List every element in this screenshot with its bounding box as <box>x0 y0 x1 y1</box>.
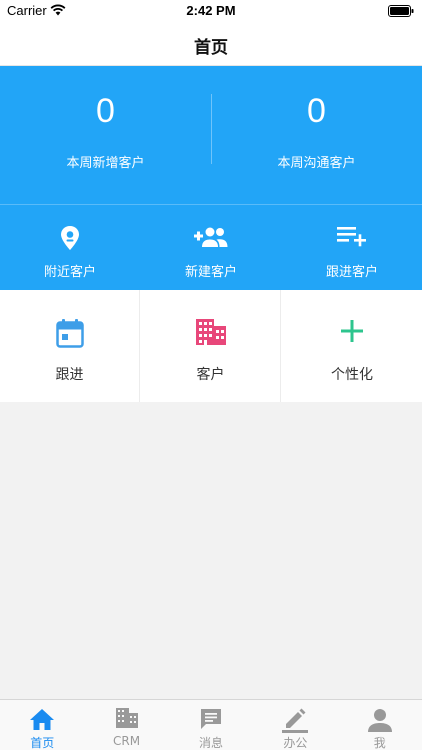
tab-label: 首页 <box>30 736 55 750</box>
pencil-icon <box>282 708 309 733</box>
shortcut-label: 客户 <box>196 367 225 383</box>
person-icon <box>367 709 392 732</box>
list-add-icon <box>337 227 366 247</box>
stat-label: 本周新增客户 <box>66 156 145 171</box>
stat-value: 0 <box>307 92 326 130</box>
tab-home[interactable]: 首页 <box>0 700 84 750</box>
tab-label: 消息 <box>198 736 223 750</box>
shortcut-follow-up[interactable]: 跟进 <box>0 290 140 402</box>
plus-icon <box>341 320 363 342</box>
quick-actions-panel: 附近客户 新建客户 跟进客户 <box>0 204 422 290</box>
shortcut-label: 跟进 <box>55 367 84 383</box>
home-icon <box>30 709 55 730</box>
stat-value: 0 <box>96 92 115 130</box>
stat-new-customers[interactable]: 0 本周新增客户 <box>0 66 211 204</box>
quick-action-label: 跟进客户 <box>325 265 378 280</box>
stats-panel: 0 本周新增客户 0 本周沟通客户 <box>0 66 422 204</box>
location-pin-icon <box>61 226 79 250</box>
tab-label: 办公 <box>283 736 308 750</box>
nav-bar: 首页 <box>0 22 422 66</box>
tab-label: CRM <box>113 734 141 748</box>
quick-action-new-customer[interactable]: 新建客户 <box>141 205 281 291</box>
tab-office[interactable]: 办公 <box>253 700 337 750</box>
shortcut-personalize[interactable]: 个性化 <box>282 290 422 402</box>
battery-icon <box>388 5 414 17</box>
calendar-icon <box>55 319 84 348</box>
building-icon <box>195 319 226 345</box>
quick-action-follow-customer[interactable]: 跟进客户 <box>282 205 422 291</box>
quick-action-label: 新建客户 <box>184 265 237 280</box>
tab-label: 我 <box>373 736 386 750</box>
tab-bar: 首页 CRM 消息 办公 我 <box>0 699 422 750</box>
message-icon <box>200 709 221 729</box>
shortcut-grid: 跟进 客户 个性化 <box>0 290 422 402</box>
crm-building-icon <box>115 708 138 728</box>
page-title: 首页 <box>194 38 228 58</box>
tab-crm[interactable]: CRM <box>84 700 168 750</box>
quick-action-label: 附近客户 <box>43 265 96 280</box>
stat-label: 本周沟通客户 <box>277 156 356 171</box>
tab-messages[interactable]: 消息 <box>169 700 253 750</box>
quick-action-nearby-customers[interactable]: 附近客户 <box>0 205 140 291</box>
shortcut-label: 个性化 <box>331 367 373 383</box>
stat-contacted-customers[interactable]: 0 本周沟通客户 <box>211 66 422 204</box>
shortcut-customers[interactable]: 客户 <box>141 290 281 402</box>
tab-me[interactable]: 我 <box>338 700 422 750</box>
status-bar: Carrier 2:42 PM <box>0 0 422 22</box>
add-user-icon <box>194 227 228 247</box>
clock-time: 2:42 PM <box>186 3 236 18</box>
